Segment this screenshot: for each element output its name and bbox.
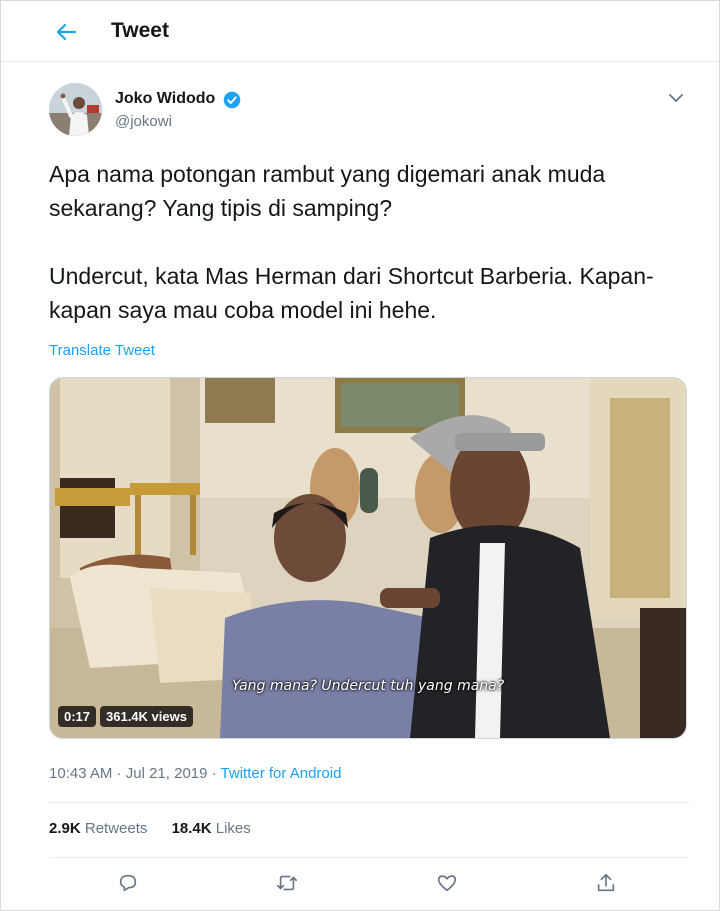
translate-tweet-link[interactable]: Translate Tweet — [49, 342, 155, 359]
tweet-page: Tweet Joko Widodo @jokowi Apa nama poton… — [0, 0, 720, 911]
heart-icon — [437, 875, 457, 892]
video-view-count: 361.4K views — [100, 706, 193, 727]
tweet-source-link[interactable]: Twitter for Android — [221, 765, 342, 782]
share-button[interactable] — [594, 871, 618, 895]
meta-separator: · — [207, 765, 221, 782]
reply-icon — [119, 874, 137, 892]
arrow-left-icon — [56, 23, 77, 41]
like-button[interactable] — [435, 871, 459, 895]
engagement-stats: 2.9K Retweets 18.4K Likes — [49, 820, 271, 837]
retweet-icon — [277, 875, 297, 891]
tweet-time[interactable]: 10:43 AM — [49, 765, 112, 782]
divider — [49, 857, 689, 858]
tweet-actions — [49, 863, 689, 907]
page-header: Tweet — [1, 1, 719, 62]
author-name[interactable]: Joko Widodo — [115, 90, 215, 108]
chevron-down-icon — [669, 93, 683, 102]
video-subtitle: Yang mana? Undercut tuh yang mana? — [231, 678, 505, 694]
author-handle[interactable]: @jokowi — [115, 113, 172, 130]
tweet-metadata: 10:43 AM · Jul 21, 2019 · Twitter for An… — [49, 765, 341, 782]
tweet-text: Apa nama potongan rambut yang digemari a… — [49, 157, 689, 327]
video-player[interactable]: Yang mana? Undercut tuh yang mana? 0:17 … — [49, 377, 687, 739]
reply-button[interactable] — [116, 871, 140, 895]
retweet-button[interactable] — [275, 871, 299, 895]
avatar[interactable] — [49, 83, 102, 136]
page-title: Tweet — [111, 19, 169, 42]
likes-count: 18.4K — [171, 820, 212, 837]
verified-badge-icon — [223, 91, 241, 109]
video-duration: 0:17 — [58, 706, 97, 727]
retweets-stat[interactable]: 2.9K Retweets — [49, 820, 147, 837]
tweet-paragraph: Apa nama potongan rambut yang digemari a… — [49, 161, 606, 221]
tweet-date[interactable]: Jul 21, 2019 — [126, 765, 208, 782]
tweet-paragraph: Undercut, kata Mas Herman dari Shortcut … — [49, 263, 654, 323]
divider — [49, 802, 689, 803]
likes-stat[interactable]: 18.4K Likes — [172, 820, 251, 837]
meta-separator: · — [112, 765, 126, 782]
back-button[interactable] — [49, 17, 83, 47]
retweets-label: Retweets — [80, 820, 148, 837]
retweets-count: 2.9K — [49, 820, 81, 837]
more-options-button[interactable] — [665, 89, 687, 107]
likes-label: Likes — [211, 820, 251, 837]
share-icon — [597, 873, 615, 892]
